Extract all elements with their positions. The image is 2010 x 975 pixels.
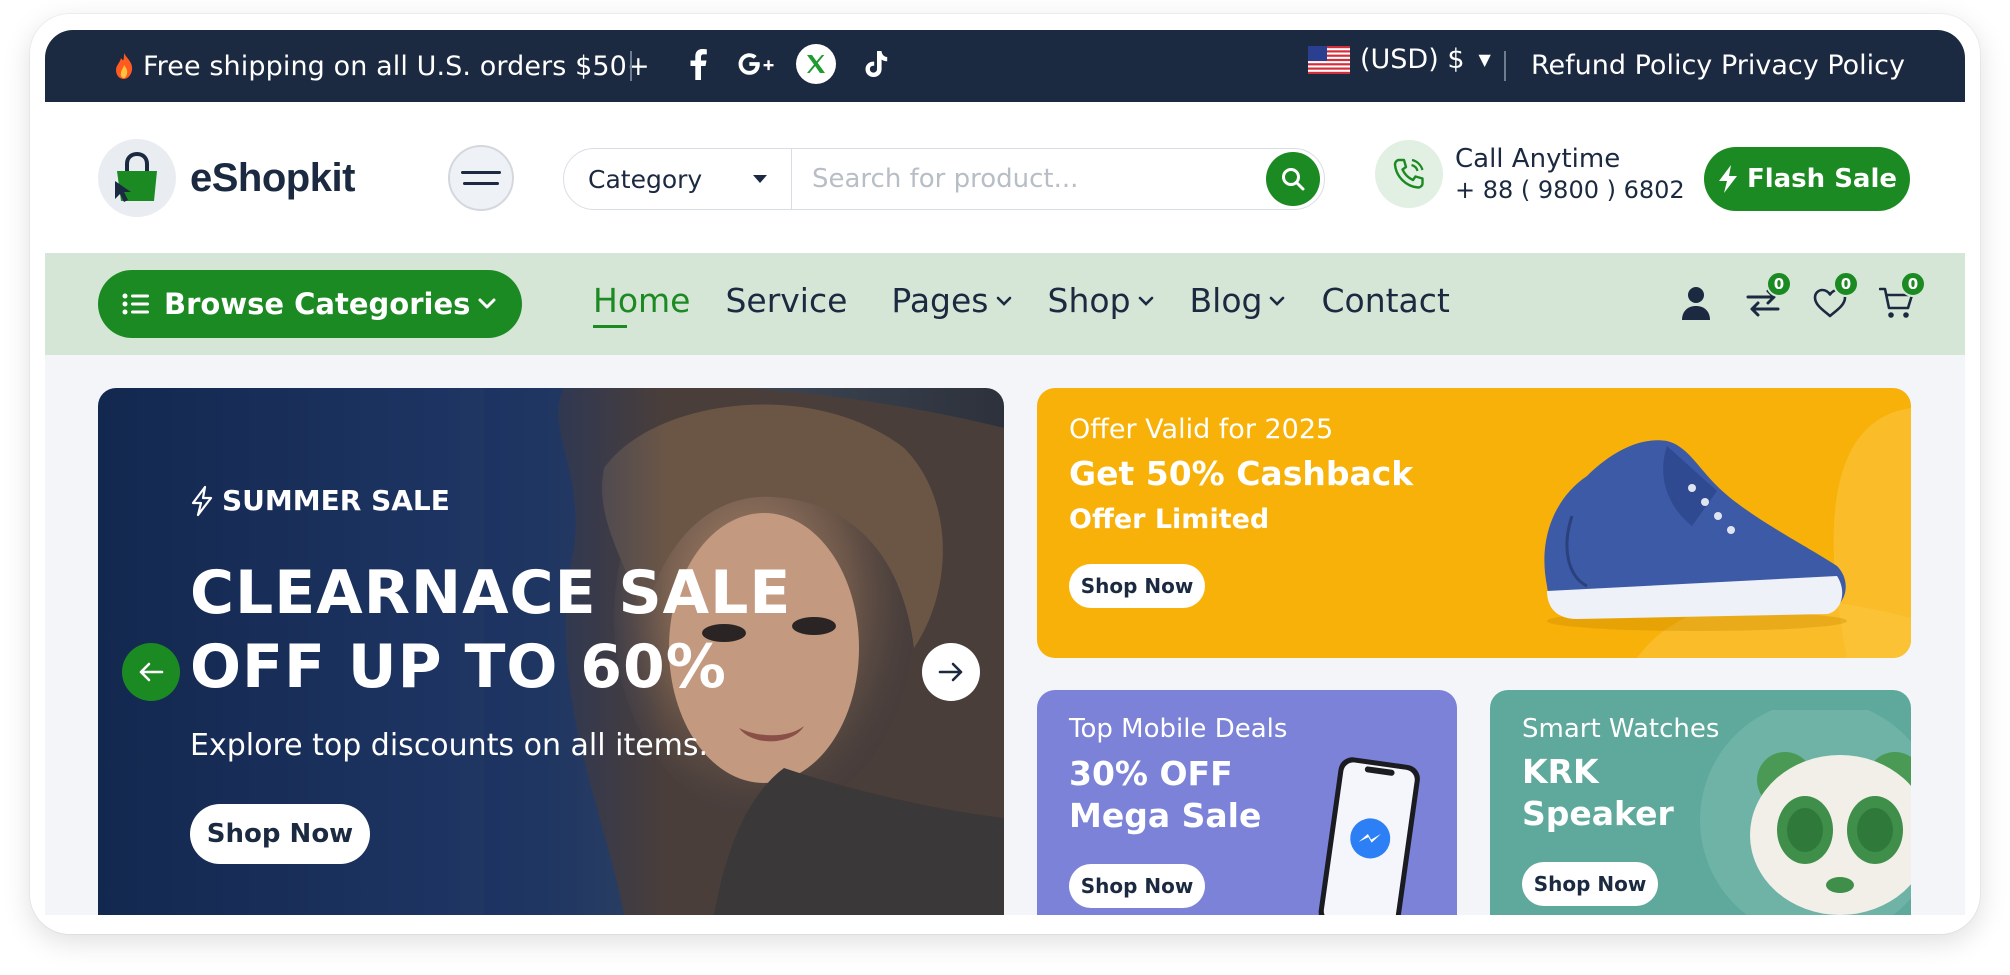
logo-text: eShopkit xyxy=(190,155,355,200)
arrow-left-icon xyxy=(139,662,164,682)
arrow-right-icon xyxy=(938,662,963,682)
hero-headline: CLEARNACE SALE OFF UP TO 60% xyxy=(190,556,791,704)
wishlist-count-badge: 0 xyxy=(1833,271,1859,297)
promo-line-1: Top Mobile Deals xyxy=(1069,714,1288,744)
x-icon[interactable] xyxy=(796,44,836,84)
chevron-down-icon xyxy=(996,296,1011,306)
chevron-down-icon xyxy=(1270,296,1285,306)
privacy-policy-link[interactable]: Privacy Policy xyxy=(1721,50,1905,81)
hamburger-line xyxy=(461,171,501,174)
promo-shop-now-button[interactable]: Shop Now xyxy=(1069,564,1205,608)
nav-item-service[interactable]: Service xyxy=(725,281,847,320)
nav-item-label: Service xyxy=(725,281,848,320)
nav-item-home[interactable]: Home xyxy=(593,281,691,328)
promo-line-2: Get 50% Cashback xyxy=(1069,454,1414,493)
site-logo[interactable]: eShopkit xyxy=(98,139,355,217)
browse-categories-button[interactable]: Browse Categories xyxy=(98,270,522,338)
slider-prev-button[interactable] xyxy=(122,643,180,701)
promo-line-2: 30% OFF xyxy=(1069,754,1233,793)
promo-line-3: Speaker xyxy=(1522,794,1674,833)
lightning-icon xyxy=(1718,165,1737,193)
shipping-notice: Free shipping on all U.S. orders $50+ xyxy=(113,51,650,82)
nav-item-blog[interactable]: Blog xyxy=(1190,281,1287,320)
promo-line-2: KRK xyxy=(1522,752,1599,791)
category-select[interactable]: Category xyxy=(564,149,792,209)
main-nav: Browse Categories Home Service Pages Sho… xyxy=(45,253,1965,355)
nav-item-contact[interactable]: Contact xyxy=(1321,281,1449,320)
menu-toggle-button[interactable] xyxy=(448,145,514,211)
browse-categories-label: Browse Categories xyxy=(164,287,471,321)
search-bar: Category xyxy=(563,148,1325,210)
speaker-image xyxy=(1700,710,1911,915)
promo-shop-now-button[interactable]: Shop Now xyxy=(1069,864,1205,908)
hero-subtitle: Explore top discounts on all items. xyxy=(190,728,709,763)
nav-item-label: Contact xyxy=(1321,281,1450,320)
flash-sale-button[interactable]: Flash Sale xyxy=(1704,147,1910,211)
chevron-down-icon xyxy=(1138,296,1153,306)
compare-count-badge: 0 xyxy=(1766,271,1792,297)
promo-card-cashback: Offer Valid for 2025 Get 50% Cashback Of… xyxy=(1037,388,1911,658)
call-number: + 88 ( 9800 ) 6802 xyxy=(1455,176,1685,204)
nav-item-shop[interactable]: Shop xyxy=(1048,281,1155,320)
facebook-icon[interactable] xyxy=(680,44,716,84)
hero-kicker: SUMMER SALE xyxy=(190,484,450,517)
chevron-down-icon xyxy=(478,298,496,309)
shipping-text: Free shipping on all U.S. orders $50+ xyxy=(143,50,650,82)
hero-headline-line-2: OFF UP TO 60% xyxy=(190,632,727,702)
compare-icon[interactable]: 0 xyxy=(1742,271,1792,327)
google-plus-icon[interactable] xyxy=(738,44,774,84)
hamburger-line xyxy=(463,182,499,185)
sneaker-image xyxy=(1544,440,1847,631)
promo-shop-now-button[interactable]: Shop Now xyxy=(1522,862,1658,906)
call-label: Call Anytime xyxy=(1455,144,1621,174)
phone-icon xyxy=(1375,140,1443,208)
nav-item-label: Shop xyxy=(1047,281,1131,320)
heart-icon[interactable]: 0 xyxy=(1809,271,1859,327)
top-bar: Free shipping on all U.S. orders $50+ (U… xyxy=(45,30,1965,102)
divider xyxy=(1504,51,1506,81)
call-text: Call Anytime + 88 ( 9800 ) 6802 xyxy=(1455,144,1685,204)
search-input[interactable] xyxy=(792,149,1266,209)
divider xyxy=(630,51,632,81)
refund-policy-link[interactable]: Refund Policy xyxy=(1531,50,1712,81)
cart-count-badge: 0 xyxy=(1900,271,1926,297)
page-window: Free shipping on all U.S. orders $50+ (U… xyxy=(45,30,1965,915)
promo-card-mobile: Top Mobile Deals 30% OFF Mega Sale Shop … xyxy=(1037,690,1457,915)
shopping-bag-icon xyxy=(98,139,176,217)
flash-sale-label: Flash Sale xyxy=(1746,164,1898,194)
currency-selector[interactable]: (USD) $ ▼ xyxy=(1308,44,1491,75)
caret-down-icon xyxy=(753,175,767,183)
call-anytime[interactable]: Call Anytime + 88 ( 9800 ) 6802 xyxy=(1375,140,1685,208)
search-icon xyxy=(1282,168,1305,191)
hero-slider: SUMMER SALE CLEARNACE SALE OFF UP TO 60%… xyxy=(98,388,1004,915)
smartphone-image xyxy=(1318,757,1420,915)
lightning-outline-icon xyxy=(191,485,213,516)
main-header: eShopkit Category Search for product... … xyxy=(45,102,1965,253)
hero-shop-now-button[interactable]: Shop Now xyxy=(190,804,370,864)
promo-line-3: Offer Limited xyxy=(1069,504,1270,535)
category-select-label: Category xyxy=(588,164,703,194)
social-links xyxy=(680,44,894,84)
nav-item-label: Pages xyxy=(891,281,989,320)
nav-item-label: Home xyxy=(593,281,691,320)
search-button[interactable] xyxy=(1266,152,1320,206)
nav-actions: 0 0 0 xyxy=(1675,271,1926,327)
user-icon[interactable] xyxy=(1675,279,1717,327)
hero-headline-line-1: CLEARNACE SALE xyxy=(190,558,792,628)
promo-line-1: Offer Valid for 2025 xyxy=(1069,414,1334,445)
caret-down-icon: ▼ xyxy=(1478,50,1491,69)
tiktok-icon[interactable] xyxy=(858,44,894,84)
promo-card-speaker: Smart Watches KRK Speaker Shop Now xyxy=(1490,690,1911,915)
fire-icon xyxy=(116,53,133,79)
cart-icon[interactable]: 0 xyxy=(1876,271,1926,327)
list-icon xyxy=(122,293,149,315)
us-flag-icon xyxy=(1308,45,1350,74)
nav-item-label: Blog xyxy=(1189,281,1263,320)
nav-item-pages[interactable]: Pages xyxy=(891,281,1012,320)
nav-links: Home Service Pages Shop Blog Contact xyxy=(593,281,1485,328)
promo-line-3: Mega Sale xyxy=(1069,796,1262,835)
hero-kicker-text: SUMMER SALE xyxy=(222,484,450,517)
currency-label: (USD) $ xyxy=(1360,44,1465,75)
slider-next-button[interactable] xyxy=(922,643,980,701)
